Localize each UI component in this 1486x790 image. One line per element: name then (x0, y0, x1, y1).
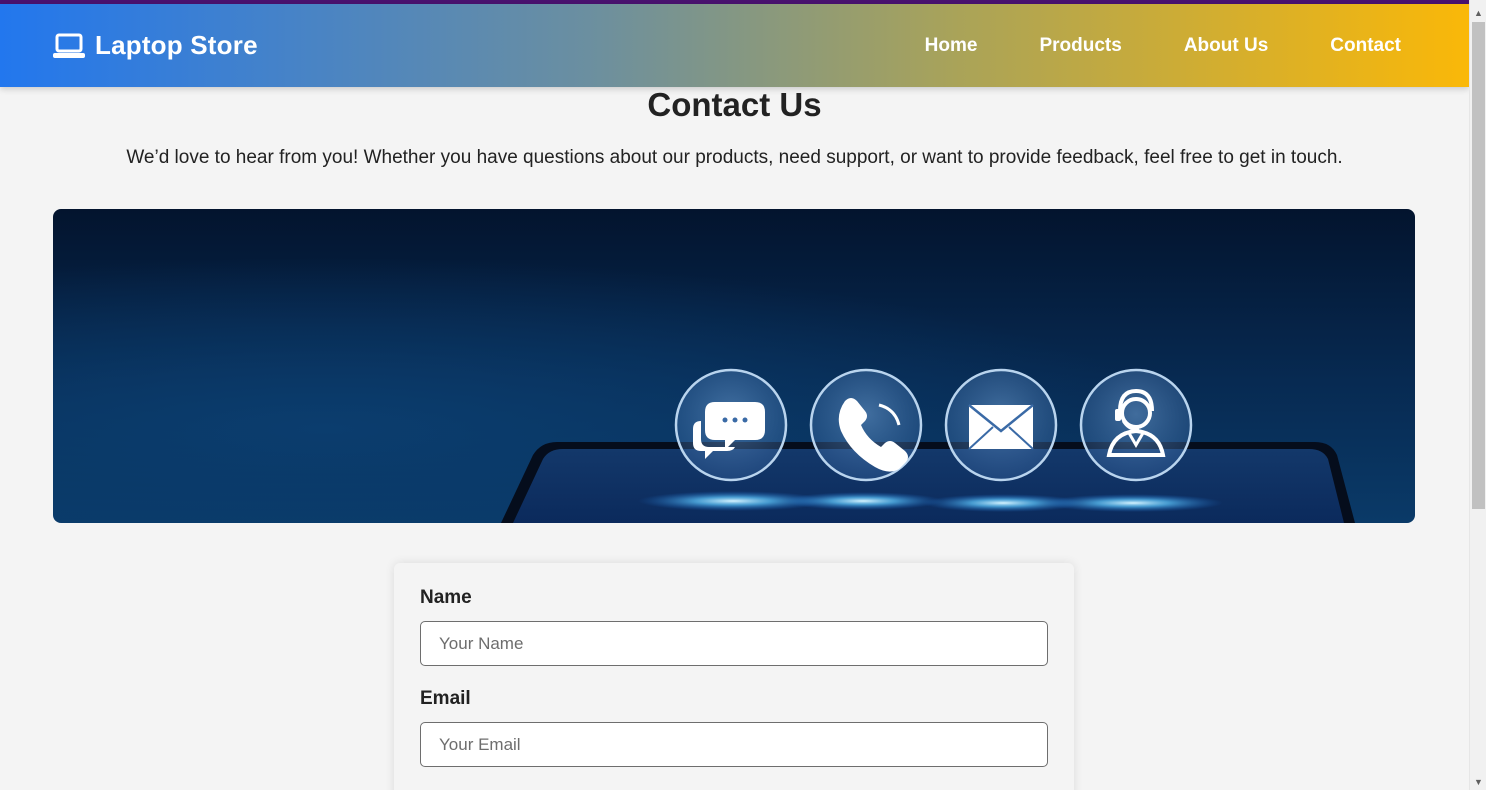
brand-logo[interactable]: Laptop Store (53, 30, 258, 61)
navbar: Laptop Store Home Products About Us Cont… (0, 4, 1469, 87)
scroll-up-arrow-icon[interactable]: ▲ (1470, 4, 1486, 21)
scroll-down-arrow-icon[interactable]: ▼ (1470, 773, 1486, 790)
brand-name: Laptop Store (95, 30, 258, 60)
email-input[interactable] (420, 722, 1048, 767)
main-nav: Home Products About Us Contact (925, 35, 1401, 57)
name-input[interactable] (420, 621, 1048, 666)
email-label: Email (420, 688, 471, 709)
name-field-group: Name (420, 587, 1048, 666)
nav-link-products[interactable]: Products (1039, 35, 1121, 57)
chat-bubbles-icon (674, 368, 788, 482)
phone-icon (809, 368, 923, 482)
laptop-icon (53, 33, 85, 58)
page-scrollbar[interactable]: ▲ ▼ (1469, 0, 1486, 790)
hero-illustration (501, 368, 1355, 523)
page-intro: We’d love to hear from you! Whether you … (126, 147, 1343, 168)
contact-form: Name Email (394, 563, 1074, 790)
name-label: Name (420, 587, 472, 608)
support-agent-icon (1079, 368, 1193, 482)
nav-link-contact[interactable]: Contact (1330, 35, 1401, 57)
email-field-group: Email (420, 688, 1048, 767)
envelope-icon (944, 368, 1058, 482)
nav-link-about-us[interactable]: About Us (1184, 35, 1268, 57)
scroll-thumb[interactable] (1472, 22, 1485, 509)
contact-hero-image (53, 209, 1415, 523)
nav-link-home[interactable]: Home (925, 35, 978, 57)
page-title: Contact Us (647, 86, 822, 123)
